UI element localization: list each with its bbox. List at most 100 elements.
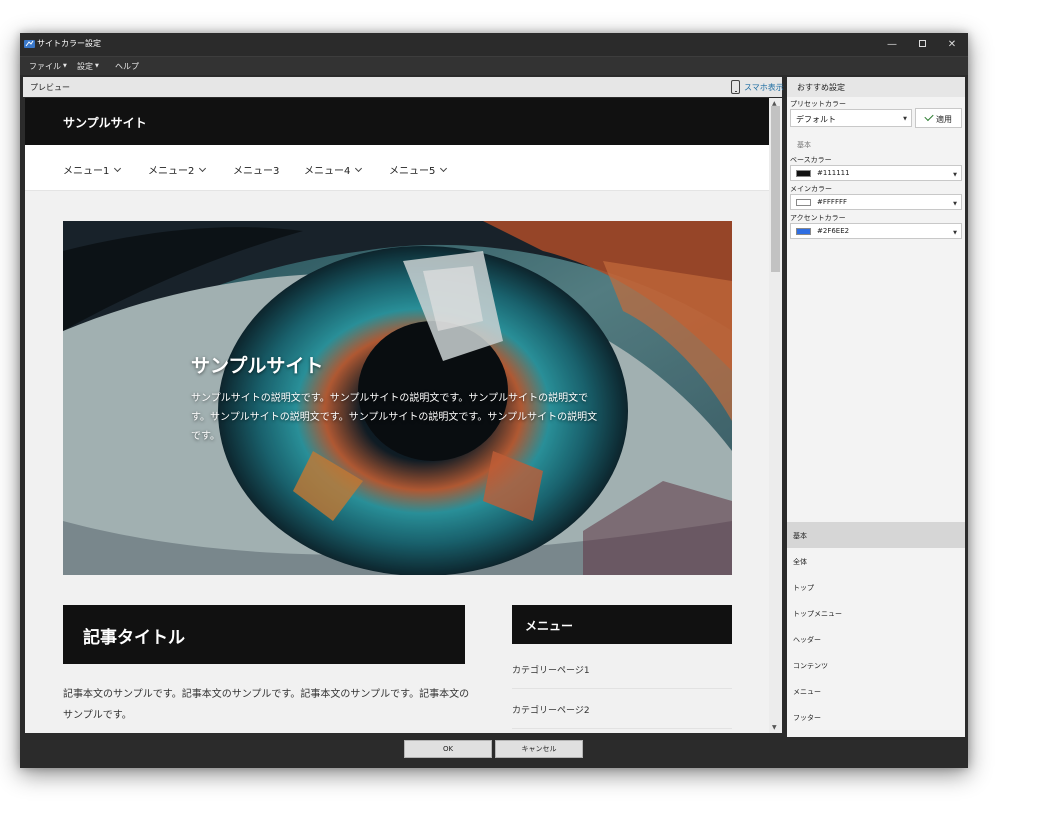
settings-category-label: トップ	[793, 584, 814, 592]
base-color-swatch	[796, 170, 811, 177]
base-color-value: #111111	[817, 169, 850, 177]
settings-header: おすすめ設定	[787, 77, 965, 97]
side-menu-title: メニュー	[525, 619, 574, 633]
cancel-button[interactable]: キャンセル	[495, 740, 583, 758]
scrollbar-thumb[interactable]	[771, 106, 780, 272]
apply-button-label: 適用	[936, 115, 952, 124]
article-title-box: 記事タイトル	[63, 605, 465, 664]
settings-category-label: 基本	[793, 532, 807, 540]
settings-category-item[interactable]: フッター	[787, 704, 965, 730]
preview-label: プレビュー	[30, 83, 70, 92]
accent-color-swatch	[796, 228, 811, 235]
accent-color-select[interactable]: #2F6EE2 ▼	[790, 223, 962, 239]
chevron-down-icon	[199, 164, 207, 173]
settings-category-label: メニュー	[793, 688, 821, 696]
menu-settings[interactable]: 設定 ▼	[77, 61, 99, 72]
menu-file[interactable]: ファイル ▼	[29, 61, 67, 72]
minimize-button[interactable]: —	[877, 33, 907, 56]
site-nav: メニュー1 メニュー2 メニュー3 メニュー4 メニュー5	[25, 145, 769, 191]
chevron-down-icon	[355, 164, 363, 173]
settings-category-item[interactable]: コンテンツ	[787, 652, 965, 678]
category-link[interactable]: カテゴリーページ2	[512, 689, 732, 729]
caret-down-icon: ▼	[63, 63, 67, 69]
nav-item[interactable]: メニュー3	[233, 162, 279, 177]
side-menu-header: メニュー	[512, 605, 732, 644]
preset-color-value: デフォルト	[796, 115, 836, 124]
settings-category-label: フッター	[793, 714, 821, 722]
base-color-label: ベースカラー	[790, 156, 832, 164]
main-color-swatch	[796, 199, 811, 206]
nav-item-label: メニュー5	[389, 166, 436, 177]
hero-image: サンプルサイト サンプルサイトの説明文です。サンプルサイトの説明文です。サンプル…	[63, 221, 732, 575]
maximize-icon	[918, 40, 926, 47]
settings-category-label: ヘッダー	[793, 636, 821, 644]
settings-title: おすすめ設定	[797, 83, 845, 92]
nav-item[interactable]: メニュー2	[148, 162, 207, 177]
main-color-value: #FFFFFF	[817, 198, 848, 206]
settings-category-item[interactable]: 基本	[787, 522, 965, 548]
title-bar: サイトカラー設定 — ✕	[20, 33, 968, 56]
smartphone-icon	[731, 80, 740, 94]
dropdown-arrow-icon: ▼	[953, 230, 957, 236]
base-color-select[interactable]: #111111 ▼	[790, 165, 962, 181]
category-link[interactable]: カテゴリーページ1	[512, 649, 732, 689]
settings-category-item[interactable]: ヘッダー	[787, 626, 965, 652]
dropdown-arrow-icon: ▼	[953, 201, 957, 207]
settings-category-item[interactable]: メニュー	[787, 678, 965, 704]
settings-category-label: 全体	[793, 558, 807, 566]
menu-bar: ファイル ▼ 設定 ▼ ヘルプ	[20, 56, 968, 75]
article-title: 記事タイトル	[83, 628, 185, 648]
app-window: サイトカラー設定 — ✕ ファイル ▼ 設定 ▼ ヘルプ プレビュー スマホ表示 サ…	[20, 33, 968, 768]
chevron-down-icon	[114, 164, 122, 173]
nav-item-label: メニュー4	[304, 166, 351, 177]
nav-item-label: メニュー3	[233, 166, 280, 177]
app-icon	[24, 40, 35, 48]
settings-category-item[interactable]: トップメニュー	[787, 600, 965, 626]
section-label-basic: 基本	[797, 141, 811, 149]
apply-button[interactable]: 適用	[915, 108, 962, 128]
window-title: サイトカラー設定	[37, 39, 101, 48]
settings-category-label: コンテンツ	[793, 662, 828, 670]
settings-category-item[interactable]: トップ	[787, 574, 965, 600]
main-color-label: メインカラー	[790, 185, 832, 193]
close-button[interactable]: ✕	[937, 33, 967, 56]
nav-item[interactable]: メニュー4	[304, 162, 363, 177]
settings-category-item[interactable]: 全体	[787, 548, 965, 574]
preview-header: プレビュー スマホ表示	[23, 77, 784, 97]
menu-help[interactable]: ヘルプ	[115, 61, 139, 72]
nav-item[interactable]: メニュー5	[389, 162, 448, 177]
site-title: サンプルサイト	[63, 116, 147, 130]
accent-color-value: #2F6EE2	[817, 227, 850, 235]
category-link-label: カテゴリーページ2	[512, 706, 590, 716]
check-icon	[924, 111, 934, 122]
close-icon: ✕	[947, 39, 957, 50]
menu-file-label: ファイル	[29, 62, 61, 71]
scroll-down-icon[interactable]: ▼	[772, 724, 777, 731]
nav-item-label: メニュー1	[63, 166, 110, 177]
nav-item-label: メニュー2	[148, 166, 195, 177]
menu-help-label: ヘルプ	[115, 62, 139, 71]
settings-category-label: トップメニュー	[793, 610, 842, 618]
accent-color-label: アクセントカラー	[790, 214, 846, 222]
preview-scrollbar[interactable]: ▲ ▼	[769, 98, 782, 733]
menu-settings-label: 設定	[77, 62, 93, 71]
preset-color-select[interactable]: デフォルト ▼	[790, 109, 912, 127]
smartphone-view-label: スマホ表示	[744, 83, 784, 92]
caret-down-icon: ▼	[95, 63, 99, 69]
preset-color-label: プリセットカラー	[790, 100, 846, 108]
hero-description: サンプルサイトの説明文です。サンプルサイトの説明文です。サンプルサイトの説明文で…	[191, 393, 598, 442]
article-body: 記事本文のサンプルです。記事本文のサンプルです。記事本文のサンプルです。記事本文…	[63, 689, 470, 721]
chevron-down-icon	[440, 164, 448, 173]
dropdown-arrow-icon: ▼	[903, 116, 907, 122]
ok-button[interactable]: OK	[404, 740, 492, 758]
main-color-select[interactable]: #FFFFFF ▼	[790, 194, 962, 210]
nav-item[interactable]: メニュー1	[63, 162, 122, 177]
hero-title: サンプルサイト	[191, 355, 324, 377]
site-header: サンプルサイト	[25, 98, 769, 145]
dialog-footer: OK キャンセル	[20, 738, 968, 768]
preview-viewport[interactable]: サンプルサイト メニュー1 メニュー2 メニュー3 メニュー4 メニュー5 サン…	[25, 98, 769, 733]
dropdown-arrow-icon: ▼	[953, 172, 957, 178]
minimize-icon: —	[887, 39, 897, 50]
maximize-button[interactable]	[907, 33, 937, 56]
category-link-label: カテゴリーページ1	[512, 666, 590, 676]
